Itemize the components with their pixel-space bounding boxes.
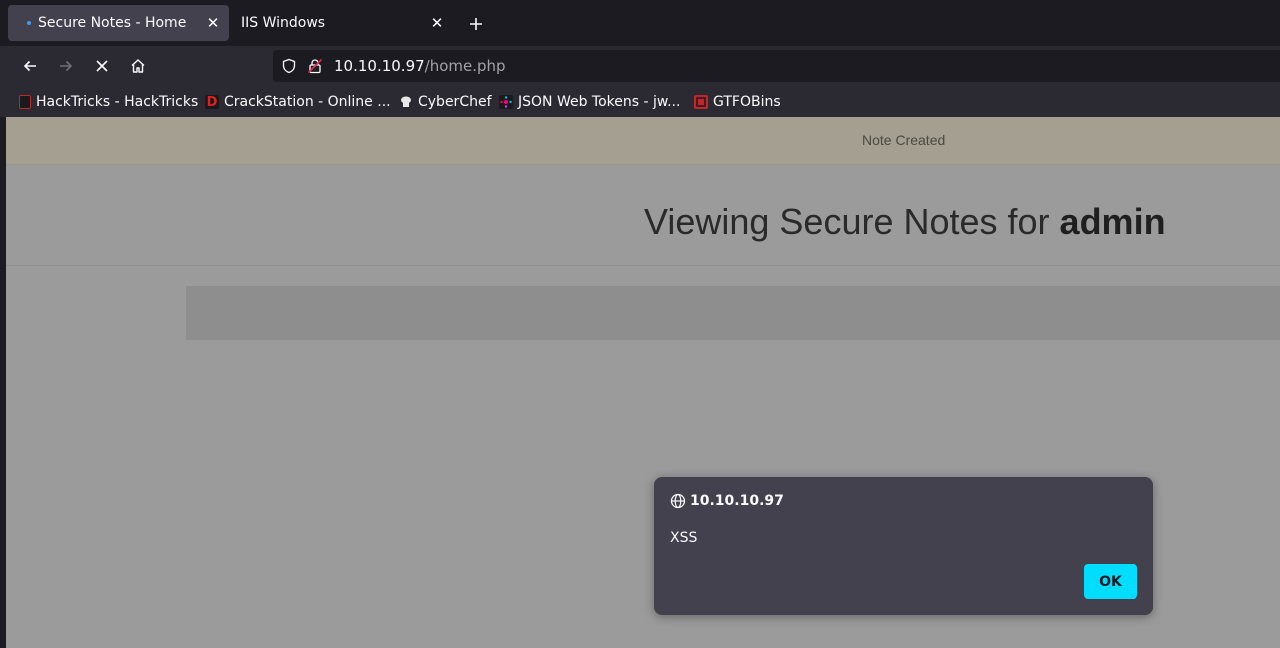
cyberchef-icon [399, 95, 413, 109]
alert-dialog: 10.10.10.97 XSS OK [654, 477, 1153, 615]
address-bar[interactable]: 10.10.10.97/home.php [273, 50, 1280, 82]
stop-button[interactable] [87, 51, 117, 81]
alert-text: Note Created [862, 132, 946, 148]
bookmarks-toolbar: HackTricks - HackTricks D CrackStation -… [0, 86, 1280, 117]
bookmark-hacktricks[interactable]: HackTricks - HackTricks [19, 92, 198, 112]
page-title: Viewing Secure Notes for admin [644, 201, 1166, 243]
hacktricks-icon [19, 95, 31, 109]
tab-label: Secure Notes - Home [38, 15, 187, 31]
home-button[interactable] [123, 51, 153, 81]
bookmark-label: GTFOBins [713, 94, 781, 110]
notes-panel [186, 286, 1280, 340]
divider [6, 265, 1280, 266]
globe-icon [670, 493, 686, 509]
bookmark-label: JSON Web Tokens - jw... [518, 94, 681, 110]
crackstation-icon: D [205, 94, 219, 110]
loading-dot-icon [27, 21, 31, 25]
alert-banner: Note Created [6, 117, 1280, 165]
ok-button[interactable]: OK [1084, 564, 1137, 599]
bookmark-label: HackTricks - HackTricks [36, 94, 199, 110]
bookmark-cyberchef[interactable]: CyberChef [399, 92, 492, 112]
tab-iis-windows[interactable]: IIS Windows ✕ [232, 5, 453, 41]
page-title-prefix: Viewing Secure Notes for [644, 201, 1060, 242]
nav-toolbar: 10.10.10.97/home.php [0, 46, 1280, 86]
tab-close-icon[interactable]: ✕ [425, 11, 449, 35]
back-button[interactable] [15, 51, 45, 81]
home-icon [131, 59, 145, 73]
plus-icon [470, 18, 482, 30]
url-text: 10.10.10.97/home.php [334, 57, 506, 75]
bookmark-gtfobins[interactable]: GTFOBins [694, 92, 781, 112]
url-path: /home.php [424, 57, 506, 75]
bookmark-crackstation[interactable]: D CrackStation - Online ... [205, 92, 391, 112]
bookmark-label: CrackStation - Online ... [224, 94, 391, 110]
tab-strip: Secure Notes - Home ✕ IIS Windows ✕ [0, 0, 1280, 46]
shield-icon[interactable] [281, 58, 297, 74]
dialog-message: XSS [670, 530, 698, 546]
forward-button[interactable] [51, 51, 81, 81]
tab-close-icon[interactable]: ✕ [201, 11, 225, 35]
tab-label: IIS Windows [241, 15, 326, 31]
tab-secure-notes[interactable]: Secure Notes - Home ✕ [8, 5, 229, 41]
bookmark-jwt[interactable]: JSON Web Tokens - jw... [499, 92, 680, 112]
bookmark-label: CyberChef [418, 94, 492, 110]
gtfobins-icon [694, 95, 708, 109]
dialog-origin: 10.10.10.97 [690, 493, 784, 509]
page-title-user: admin [1059, 201, 1166, 242]
insecure-lock-icon[interactable] [307, 58, 323, 74]
new-tab-button[interactable] [462, 10, 490, 38]
stop-x-icon [96, 60, 108, 72]
url-host: 10.10.10.97 [334, 57, 425, 75]
forward-arrow-icon [60, 60, 73, 72]
jwt-icon [499, 95, 513, 109]
back-arrow-icon [23, 60, 36, 72]
